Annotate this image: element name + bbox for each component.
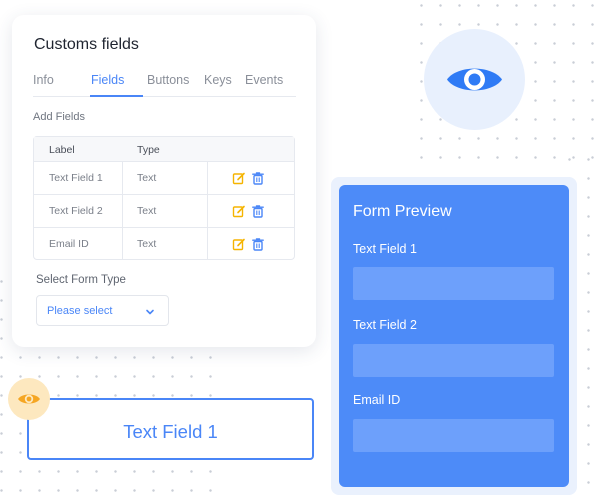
tab-bar: Info Fields Buttons Keys Events: [33, 72, 296, 97]
form-preview-panel: Form Preview Text Field 1 Text Field 2 E…: [339, 185, 569, 487]
edit-icon[interactable]: [232, 171, 246, 185]
row-actions: [232, 237, 272, 251]
custom-fields-card: Customs fields Info Fields Buttons Keys …: [12, 15, 316, 347]
table-row: Email ID Text: [34, 228, 294, 259]
row-label: Email ID: [49, 238, 89, 250]
tab-fields[interactable]: Fields: [91, 73, 124, 87]
tab-keys[interactable]: Keys: [204, 73, 232, 87]
trash-icon[interactable]: [251, 204, 265, 218]
preview-text-field-1-input[interactable]: [353, 267, 554, 300]
tab-events[interactable]: Events: [245, 73, 283, 87]
column-header-type: Type: [137, 144, 160, 156]
edit-icon[interactable]: [232, 237, 246, 251]
preview-email-input[interactable]: [353, 419, 554, 452]
table-row: Text Field 1 Text: [34, 162, 294, 195]
row-type: Text: [137, 205, 157, 217]
row-type: Text: [137, 238, 157, 250]
eye-icon: [17, 392, 41, 406]
table-row: Text Field 2 Text: [34, 195, 294, 228]
form-type-select[interactable]: Please select: [36, 295, 169, 326]
active-tab-indicator: [90, 95, 143, 97]
row-actions: [232, 171, 272, 185]
tab-buttons[interactable]: Buttons: [147, 73, 189, 87]
chevron-down-icon: [144, 305, 156, 317]
preview-field-label: Text Field 1: [353, 242, 417, 256]
preview-text-field-2-input[interactable]: [353, 344, 554, 377]
row-actions: [232, 204, 272, 218]
row-label: Text Field 1: [49, 172, 103, 184]
trash-icon[interactable]: [251, 171, 265, 185]
tab-info[interactable]: Info: [33, 73, 54, 87]
column-header-label: Label: [49, 144, 75, 156]
eye-icon: [445, 62, 504, 97]
preview-field-label: Email ID: [353, 393, 401, 407]
eye-badge: [424, 29, 525, 130]
edit-icon[interactable]: [232, 204, 246, 218]
fields-table: Label Type Text Field 1 Text Text Field …: [33, 136, 295, 260]
form-preview-container: Form Preview Text Field 1 Text Field 2 E…: [331, 177, 577, 495]
select-form-type-label: Select Form Type: [36, 274, 126, 286]
eye-small-badge: [8, 378, 50, 420]
text-field-box[interactable]: Text Field 1: [27, 398, 314, 460]
text-field-box-label: Text Field 1: [123, 421, 218, 442]
row-type: Text: [137, 172, 157, 184]
select-placeholder: Please select: [47, 305, 113, 317]
table-header-row: Label Type: [34, 137, 294, 162]
add-fields-label: Add Fields: [33, 111, 85, 123]
row-label: Text Field 2: [49, 205, 103, 217]
preview-field-label: Text Field 2: [353, 318, 417, 332]
card-title: Customs fields: [34, 36, 139, 53]
form-preview-title: Form Preview: [353, 203, 452, 220]
trash-icon[interactable]: [251, 237, 265, 251]
